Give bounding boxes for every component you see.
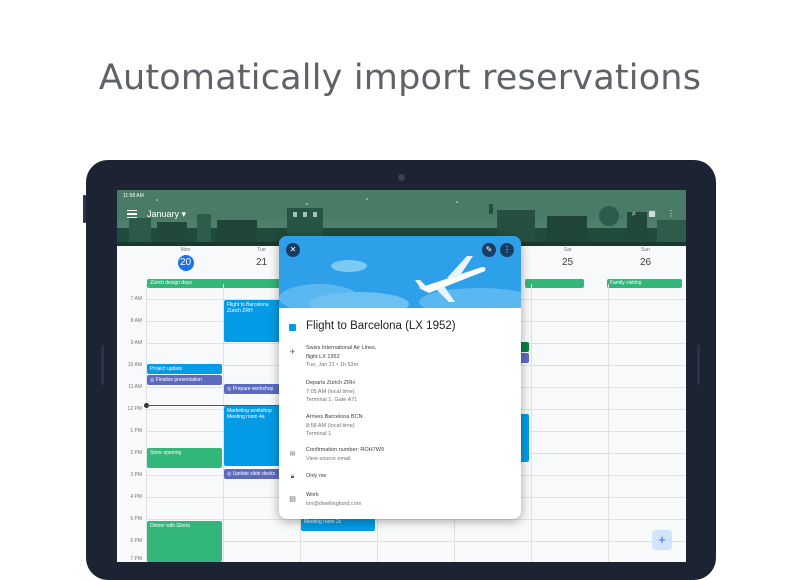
calendar-event[interactable]: Meeting room 2c	[301, 517, 375, 531]
confirmation-info: Confirmation number: ROH7W9 View source …	[306, 446, 384, 463]
time-label: 11 AM	[128, 384, 142, 390]
time-label: 5 PM	[130, 516, 142, 522]
calendar-icon: ▤	[289, 496, 296, 503]
calendar-event[interactable]: Marketing workshop Meeting room 4a	[224, 406, 282, 466]
day-of-week: Sat	[563, 247, 572, 253]
calendar-event[interactable]: Flight to Barcelona Zürich ZRH	[224, 300, 282, 342]
time-label: 4 PM	[130, 494, 142, 500]
lock-icon: 🔒︎	[290, 473, 295, 480]
day-of-week: Sun	[641, 247, 650, 253]
event-subtitle: Meeting room 4a	[227, 414, 265, 421]
time-label: 6 PM	[130, 538, 142, 544]
event-color-swatch	[289, 324, 296, 331]
airplane-icon: ✈	[289, 349, 296, 356]
calendar-account: lori@dwellingfund.com	[306, 500, 362, 507]
more-vert-icon[interactable]: ⋮	[500, 243, 514, 257]
time-label: 9 AM	[130, 340, 142, 346]
event-title: Flight to Barcelona (LX 1952)	[306, 320, 456, 332]
time-label: 2 PM	[130, 450, 142, 456]
airline-name: Swiss International Air Lines,	[306, 345, 377, 351]
email-icon: ✉	[289, 451, 296, 458]
calendar-today-icon[interactable]: ▦	[647, 209, 657, 219]
calendar-event[interactable]: ◎ Finalize presentation	[147, 375, 222, 385]
close-icon[interactable]: ✕	[286, 243, 300, 257]
view-source-email-link[interactable]: View source email	[306, 455, 384, 464]
day-number: 26	[639, 257, 652, 268]
day-number: 21	[255, 257, 268, 268]
departure-info: Departs Zürich ZRH 7:05 AM (local time) …	[306, 379, 357, 405]
time-label: 12 PM	[127, 406, 142, 412]
confirmation-number: Confirmation number: ROH7W9	[306, 447, 384, 453]
pencil-icon[interactable]: ✎	[482, 243, 496, 257]
time-label: 1 PM	[130, 428, 142, 434]
calendar-event[interactable]: ◎ Update slide decks	[224, 469, 282, 479]
side-button	[83, 195, 86, 223]
calendar-event[interactable]: ◎ Prepare workshop	[224, 384, 282, 394]
day-of-week: Mon	[180, 247, 191, 253]
more-vert-icon[interactable]: ⋮	[666, 209, 676, 219]
status-time: 11:58 AM	[123, 193, 144, 199]
flight-number: flight LX 1952	[306, 353, 340, 360]
calendar-event[interactable]: Project update	[147, 364, 222, 374]
time-label: 8 AM	[130, 318, 142, 324]
time-label: 7 PM	[130, 556, 142, 562]
day-number: 20	[177, 255, 194, 271]
event-title: Finalize presentation	[155, 377, 202, 383]
arrival-terminal: Terminal 1	[306, 431, 332, 438]
app-bar: January ▾ ⌕ ▦ ⋮	[117, 204, 686, 226]
event-title: Prepare workshop	[232, 386, 274, 392]
calendar-event[interactable]: Store opening	[147, 448, 222, 468]
departure-gate: Terminal 1, Gate A71	[306, 397, 358, 404]
airline-info: Swiss International Air Lines, flight LX…	[306, 344, 376, 370]
calendar-name: Work	[306, 492, 319, 498]
status-bar: 11:58 AM	[117, 190, 686, 202]
day-header[interactable]: Mon 20	[147, 247, 224, 275]
day-number: 25	[561, 257, 574, 268]
search-icon[interactable]: ⌕	[629, 209, 639, 219]
flight-date-duration: Tue, Jan 21 • 1h 53m	[306, 362, 359, 369]
event-subtitle: Zürich ZRH	[227, 308, 253, 315]
menu-icon[interactable]	[127, 210, 137, 219]
month-selector[interactable]: January ▾	[147, 209, 186, 220]
side-button	[101, 345, 104, 385]
time-label: 3 PM	[130, 472, 142, 478]
camera	[398, 174, 405, 181]
day-header[interactable]: Sun 26	[607, 247, 684, 275]
event-title: Update slide decks	[232, 471, 276, 477]
time-label: 7 AM	[130, 296, 142, 302]
event-detail-card: ✕ ✎ ⋮ Flight to Barcelona (LX 1952) ✈ Sw…	[279, 236, 521, 519]
arrival-info: Arrives Barcelona BCN 8:58 AM (local tim…	[306, 413, 363, 439]
month-label: January	[147, 209, 180, 219]
calendar-info: Work lori@dwellingfund.com	[306, 491, 361, 508]
arrival-time: 8:58 AM (local time)	[306, 422, 355, 429]
departure-time: 7:05 AM (local time)	[306, 388, 355, 395]
side-button	[697, 345, 700, 385]
add-icon[interactable]: +	[652, 530, 672, 550]
privacy-label: Only me	[306, 473, 327, 479]
calendar-event[interactable]: Dinner with Gloria	[147, 521, 222, 562]
arrival-airport: Arrives Barcelona BCN	[306, 414, 363, 420]
departure-airport: Departs Zürich ZRH	[306, 380, 355, 386]
day-header[interactable]: Sat 25	[529, 247, 606, 275]
time-label: 10 AM	[127, 362, 142, 368]
headline: Automatically import reservations	[98, 58, 702, 98]
